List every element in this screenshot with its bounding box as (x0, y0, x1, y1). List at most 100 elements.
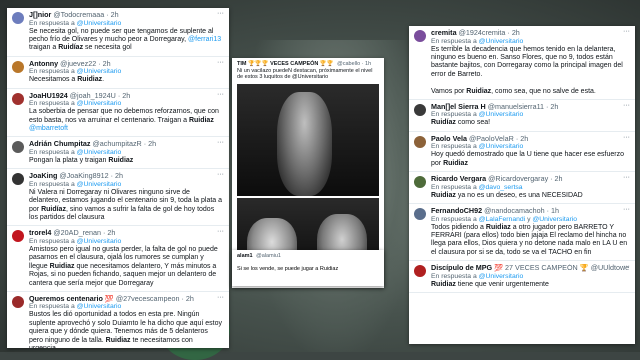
left-tweet-list: ··· J[]nior @Todocremaaa · 2h En respuesta … (7, 8, 229, 348)
tweet-text: Hoy quedó demostrado que la U tiene que … (431, 151, 625, 167)
tweet[interactable]: ··· cremita @1924cremita · 2h En respuesta … (409, 26, 635, 100)
author-handle: @achumpitazR · 2h (92, 140, 157, 149)
tweet[interactable]: ··· Antonny @juevez22 · 2h En respuesta a @… (7, 57, 229, 89)
center-author-name[interactable]: TIM 🏆🏆🏆 VECES CAMPEÓN 🏆🏆 (237, 61, 334, 67)
reply-context: En respuesta a @Universitario (431, 272, 524, 280)
center-tweet-header: TIM 🏆🏆🏆 VECES CAMPEÓN 🏆🏆 @cabello · 1h N… (232, 58, 384, 84)
tweet-text: Necesitamos a Ruidiaz. (29, 76, 105, 84)
right-tweet-list: ··· cremita @1924cremita · 2h En respuesta … (409, 26, 635, 294)
more-options-icon[interactable]: ··· (217, 171, 224, 178)
author-name[interactable]: Paolo Vela (431, 135, 467, 143)
author-name[interactable]: J[]nior (29, 11, 51, 19)
center-reply-text: Si se los vende, se puede jugar a Ruidia… (237, 266, 339, 272)
player-figure (277, 92, 332, 196)
tweet-text: Amistoso pero igual no gusta perder, la … (29, 245, 218, 287)
tweet[interactable]: ··· Paolo Vela @PaoloVelaR · 2h En respuest… (409, 132, 635, 173)
left-tweet-panel: ··· J[]nior @Todocremaaa · 2h En respuesta … (7, 8, 229, 348)
author-name[interactable]: JoaKing (29, 172, 57, 180)
avatar[interactable] (414, 208, 426, 221)
author-name[interactable]: FernandoCH92 (431, 207, 482, 215)
avatar[interactable] (12, 295, 24, 308)
reply-context: En respuesta a @Universitario (431, 143, 524, 151)
author-handle: 💯 27 VECES CAMPEÓN 🏆 @UUldtower1924 · 23… (494, 264, 629, 273)
more-options-icon[interactable]: ··· (623, 102, 630, 109)
tweet-text: Ruidíaz como sea! (431, 119, 491, 127)
author-name[interactable]: cremita (431, 29, 457, 37)
center-reply-card: alam1 @alamiu1 Si se los vende, se puede… (232, 250, 384, 286)
avatar[interactable] (12, 60, 24, 73)
avatar[interactable] (12, 141, 24, 154)
tweet[interactable]: ··· Discípulo de MPG 💯 27 VECES CAMPEÓN 🏆 … (409, 261, 635, 294)
author-handle: @joah_1924U · 2h (69, 91, 131, 100)
avatar[interactable] (414, 103, 426, 116)
tweet[interactable]: ··· Queremos centenario 💯 @27vecescampeon … (7, 292, 229, 348)
tweet-text: Bustos les dió oportunidad a todos en es… (29, 311, 223, 348)
more-options-icon[interactable]: ··· (217, 228, 224, 235)
reply-context: En respuesta a @LalaFernandi y @Universi… (431, 215, 578, 223)
author-handle: @Ricardovergaray · 2h (488, 175, 563, 184)
more-options-icon[interactable]: ··· (217, 139, 224, 146)
tweet[interactable]: ··· Adrián Chumpitaz @achumpitazR · 2h En r… (7, 137, 229, 170)
avatar[interactable] (414, 265, 426, 278)
reply-context: En respuesta a @Universitario (431, 37, 524, 45)
more-options-icon[interactable]: ··· (217, 294, 224, 301)
reply-context: En respuesta a @davo_sertsa (431, 183, 523, 191)
tweet[interactable]: ··· Ricardo Vergara @Ricardovergaray · 2h E… (409, 172, 635, 205)
reply-context: En respuesta a @Universitario (29, 19, 122, 27)
more-options-icon[interactable]: ··· (623, 206, 630, 213)
more-options-icon[interactable]: ··· (623, 174, 630, 181)
author-handle: @PaoloVelaR · 2h (468, 134, 529, 143)
author-name[interactable]: Discípulo de MPG (431, 264, 492, 272)
tweet[interactable]: ··· JoaKing @JoaKing8912 · 2h En respuesta … (7, 169, 229, 227)
avatar[interactable] (414, 135, 426, 148)
author-handle: 💯 @27vecescampeon · 2h (104, 294, 194, 303)
right-tweet-panel: ··· cremita @1924cremita · 2h En respuesta … (409, 26, 635, 344)
author-name[interactable]: Ricardo Vergara (431, 175, 486, 183)
center-reply-name[interactable]: alam1 (237, 253, 253, 259)
more-options-icon[interactable]: ··· (623, 263, 630, 270)
avatar[interactable] (12, 230, 24, 243)
tweet[interactable]: ··· trorel4 @20AD_renan · 2h En respuesta a… (7, 226, 229, 292)
avatar[interactable] (414, 30, 426, 42)
reply-context: En respuesta a @Universitario (29, 68, 122, 76)
tweet[interactable]: ··· JoaHU1924 @joah_1924U · 2h En respuesta… (7, 89, 229, 138)
center-photo-top[interactable] (237, 84, 379, 196)
avatar[interactable] (12, 12, 24, 24)
more-options-icon[interactable]: ··· (217, 91, 224, 98)
tweet-text: Se necesita gol, no puede ser que tengam… (29, 27, 222, 52)
tweet-text: Ni Valera ni Dorregaray ni Olivares ning… (29, 188, 223, 221)
reply-context: En respuesta a @Universitario (29, 237, 122, 245)
author-handle: @1924cremita · 2h (458, 29, 520, 37)
author-name[interactable]: Man[]el Sierra H (431, 103, 486, 111)
author-handle: @Todocremaaa · 2h (53, 11, 119, 19)
more-options-icon[interactable]: ··· (217, 10, 224, 17)
reply-context: En respuesta a @Universitario (29, 100, 122, 108)
more-options-icon[interactable]: ··· (217, 59, 224, 66)
tweet-text: Pongan la plata y traigan Ruidiaz (29, 156, 134, 164)
center-author-handle: @cabello · 1h (337, 61, 372, 67)
author-name[interactable]: JoaHU1924 (29, 92, 68, 100)
more-options-icon[interactable]: ··· (623, 134, 630, 141)
reply-context: En respuesta a @Universitario (431, 111, 524, 119)
more-options-icon[interactable]: ··· (623, 28, 630, 35)
tweet-text: Todos pidiendo a Ruidiaz a otro jugador … (431, 223, 628, 256)
center-reply-handle: @alamiu1 (256, 253, 281, 259)
tweet[interactable]: ··· J[]nior @Todocremaaa · 2h En respuesta … (7, 8, 229, 57)
author-handle: @manuelsierra11 · 2h (487, 102, 559, 111)
tweet-text: Ruidiaz tiene que venir urgentemente (431, 280, 549, 288)
reply-context: En respuesta a @Universitario (29, 303, 122, 311)
tweet-text: Ruidiaz ya no es un deseo, es una NECESI… (431, 191, 583, 199)
author-name[interactable]: Queremos centenario (29, 295, 103, 303)
author-name[interactable]: trorel4 (29, 229, 51, 237)
avatar[interactable] (12, 173, 24, 186)
tweet[interactable]: ··· Man[]el Sierra H @manuelsierra11 · 2h E… (409, 100, 635, 132)
center-tweet-text: Ni un vacilazo puedeN destacan, próximam… (237, 67, 373, 81)
avatar[interactable] (414, 176, 426, 189)
author-name[interactable]: Antonny (29, 60, 58, 68)
author-name[interactable]: Adrián Chumpitaz (29, 140, 91, 148)
author-handle: @nandocamachoh · 1h (484, 207, 559, 216)
tweet[interactable]: ··· FernandoCH92 @nandocamachoh · 1h En res… (409, 204, 635, 262)
avatar[interactable] (12, 92, 24, 105)
reply-context: En respuesta a @Universitario (29, 180, 122, 188)
reply-context: En respuesta a @Universitario (29, 148, 122, 156)
